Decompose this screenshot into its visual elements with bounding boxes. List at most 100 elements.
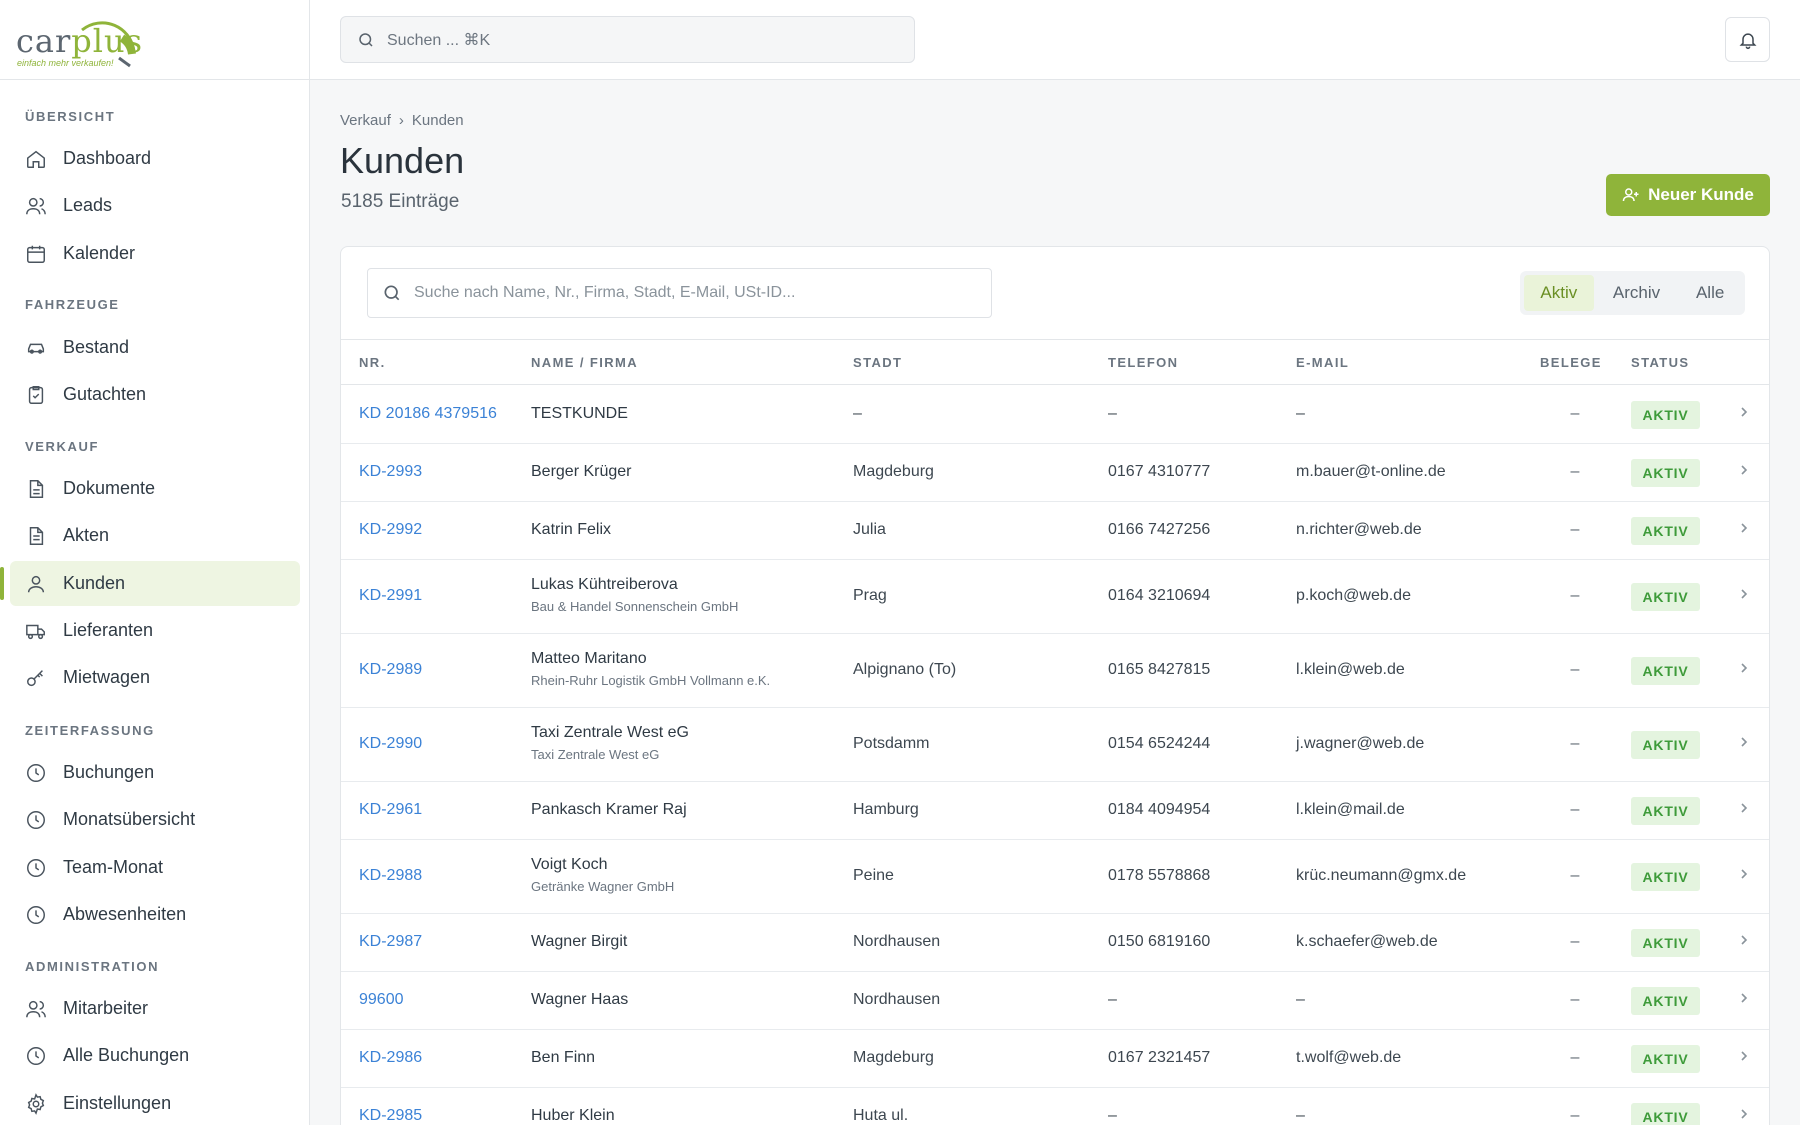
customer-search[interactable] (367, 268, 992, 318)
sidebar-item-teammonat[interactable]: Team-Monat (10, 845, 300, 890)
customer-email: krüc.neumann@gmx.de (1296, 867, 1467, 884)
customer-number-link[interactable]: KD-2988 (359, 867, 422, 885)
table-row[interactable]: KD-2990 Taxi Zentrale West eG Taxi Zentral… (341, 708, 1769, 782)
customer-phone: 0164 3210694 (1108, 587, 1211, 604)
table-row[interactable]: KD-2985 Huber Klein Huta ul. – – – AKTIV (341, 1088, 1769, 1125)
customer-phone: 0165 8427815 (1108, 661, 1211, 678)
status-filter: Aktiv Archiv Alle (1520, 271, 1745, 315)
sidebar-item-gutachten[interactable]: Gutachten (10, 372, 300, 417)
table-row[interactable]: KD-2992 Katrin Felix Julia 0166 7427256 n.ri… (341, 502, 1769, 560)
status-badge: AKTIV (1631, 929, 1700, 957)
customer-number-link[interactable]: KD-2993 (359, 463, 422, 481)
customer-number-link[interactable]: KD-2961 (359, 801, 422, 819)
chevron-right-icon[interactable] (1738, 868, 1750, 880)
customer-name: Huber Klein (531, 1107, 615, 1125)
chevron-right-icon[interactable] (1738, 934, 1750, 946)
customer-name-text: Huber Klein (531, 1107, 615, 1124)
file-icon (29, 526, 44, 545)
breadcrumb-parent[interactable]: Verkauf (340, 112, 391, 129)
sidebar-item-allebuchungen[interactable]: Alle Buchungen (10, 1033, 300, 1078)
col-phone[interactable]: TELEFON (1108, 355, 1178, 370)
chevron-right-icon[interactable] (1738, 1050, 1750, 1062)
customer-email: n.richter@web.de (1296, 521, 1422, 538)
customer-number-link[interactable]: KD-2990 (359, 735, 422, 753)
customer-search-input[interactable] (414, 284, 974, 302)
status-badge: AKTIV (1631, 863, 1700, 891)
sidebar-item-buchungen[interactable]: Buchungen (10, 750, 300, 795)
customer-number-link[interactable]: KD-2985 (359, 1107, 422, 1125)
chevron-right-icon[interactable] (1738, 992, 1750, 1004)
sidebar-item-leads[interactable]: Leads (10, 183, 300, 228)
table-row[interactable]: KD-2987 Wagner Birgit Nordhausen 0150 68191… (341, 914, 1769, 972)
customer-phone: – (1108, 991, 1117, 1008)
sidebar-item-lieferanten[interactable]: Lieferanten (10, 608, 300, 653)
sidebar-item-dashboard[interactable]: Dashboard (10, 136, 300, 181)
customer-number-link[interactable]: 99600 (359, 991, 404, 1009)
sidebar-item-einstellungen[interactable]: Einstellungen (10, 1081, 300, 1125)
customer-name-text: Voigt Koch (531, 856, 608, 873)
customer-name: Wagner Birgit (531, 933, 627, 951)
customer-number-link[interactable]: KD 20186 4379516 (359, 405, 497, 423)
new-customer-button[interactable]: Neuer Kunde (1606, 174, 1770, 216)
sidebar-item-kalender[interactable]: Kalender (10, 231, 300, 276)
customer-number-link[interactable]: KD-2986 (359, 1049, 422, 1067)
customer-belege: – (1570, 405, 1580, 422)
sidebar-item-mietwagen[interactable]: Mietwagen (10, 655, 300, 700)
table-row[interactable]: KD-2991 Lukas Kühtreiberova Bau & Handel S… (341, 560, 1769, 634)
tab-alle[interactable]: Alle (1679, 275, 1741, 311)
sidebar-item-abwesenheiten[interactable]: Abwesenheiten (10, 892, 300, 937)
sidebar-item-mitarbeiter[interactable]: Mitarbeiter (10, 986, 300, 1031)
sidebar-item-label: Monatsübersicht (63, 809, 196, 829)
sidebar-item-kunden[interactable]: Kunden (0, 561, 300, 606)
customer-city: Peine (853, 867, 894, 884)
customer-number-link[interactable]: KD-2992 (359, 521, 422, 539)
col-email[interactable]: E-MAIL (1296, 355, 1349, 370)
col-city[interactable]: STADT (853, 355, 902, 370)
table-row[interactable]: KD-2988 Voigt Koch Getränke Wagner GmbH Pei… (341, 840, 1769, 914)
customer-phone: 0178 5578868 (1108, 867, 1211, 884)
customer-name-text: TESTKUNDE (531, 405, 628, 422)
sidebar-item-label: Bestand (63, 337, 130, 357)
global-search-input[interactable]: Suchen ... ⌘K (340, 16, 915, 63)
col-nr[interactable]: NR. (359, 355, 386, 370)
tab-archiv[interactable]: Archiv (1594, 275, 1680, 311)
customer-phone: 0150 6819160 (1108, 933, 1211, 950)
table-row[interactable]: KD-2961 Pankasch Kramer Raj Hamburg 0184 40… (341, 782, 1769, 840)
table-row[interactable]: 99600 Wagner Haas Nordhausen – – – AKTIV (341, 972, 1769, 1030)
customer-number-link[interactable]: KD-2991 (359, 587, 422, 605)
col-name[interactable]: NAME / FIRMA (531, 355, 638, 370)
sidebar-item-dokumente[interactable]: Dokumente (10, 466, 300, 511)
table-row[interactable]: KD-2993 Berger Krüger Magdeburg 0167 431077… (341, 444, 1769, 502)
customer-belege: – (1570, 1049, 1580, 1066)
logo[interactable]: carplus einfach mehr verkaufen! (0, 0, 309, 80)
sidebar-item-monatsuebersicht[interactable]: Monatsübersicht (10, 797, 300, 842)
chevron-right-icon[interactable] (1738, 464, 1750, 476)
customer-number-link[interactable]: KD-2989 (359, 661, 422, 679)
customer-company: Bau & Handel Sonnenschein GmbH (531, 599, 739, 614)
chevron-right-icon[interactable] (1738, 736, 1750, 748)
col-belege[interactable]: BELEGE (1540, 355, 1602, 370)
notifications-button[interactable] (1725, 17, 1770, 62)
chevron-right-icon[interactable] (1738, 588, 1750, 600)
chevron-right-icon[interactable] (1738, 802, 1750, 814)
customer-number-link[interactable]: KD-2987 (359, 933, 422, 951)
sidebar-item-bestand[interactable]: Bestand (10, 325, 300, 370)
customer-belege: – (1570, 801, 1580, 818)
chevron-right-icon[interactable] (1738, 1108, 1750, 1120)
customer-phone: 0166 7427256 (1108, 521, 1211, 538)
customer-city: Magdeburg (853, 463, 934, 480)
sidebar-item-akten[interactable]: Akten (10, 513, 300, 558)
table-row[interactable]: KD-2989 Matteo Maritano Rhein-Ruhr Logisti… (341, 634, 1769, 708)
customer-belege: – (1570, 1107, 1580, 1124)
chevron-right-icon[interactable] (1738, 522, 1750, 534)
status-badge: AKTIV (1631, 987, 1700, 1015)
customer-name: Katrin Felix (531, 521, 611, 539)
customer-city: – (853, 405, 862, 422)
table-row[interactable]: KD-2986 Ben Finn Magdeburg 0167 2321457 t.wo… (341, 1030, 1769, 1088)
col-status[interactable]: STATUS (1631, 355, 1689, 370)
customer-city: Julia (853, 521, 886, 538)
chevron-right-icon[interactable] (1738, 406, 1750, 418)
chevron-right-icon[interactable] (1738, 662, 1750, 674)
tab-aktiv[interactable]: Aktiv (1524, 275, 1594, 311)
table-row[interactable]: KD 20186 4379516 TESTKUNDE – – – – AKTIV (341, 386, 1769, 444)
